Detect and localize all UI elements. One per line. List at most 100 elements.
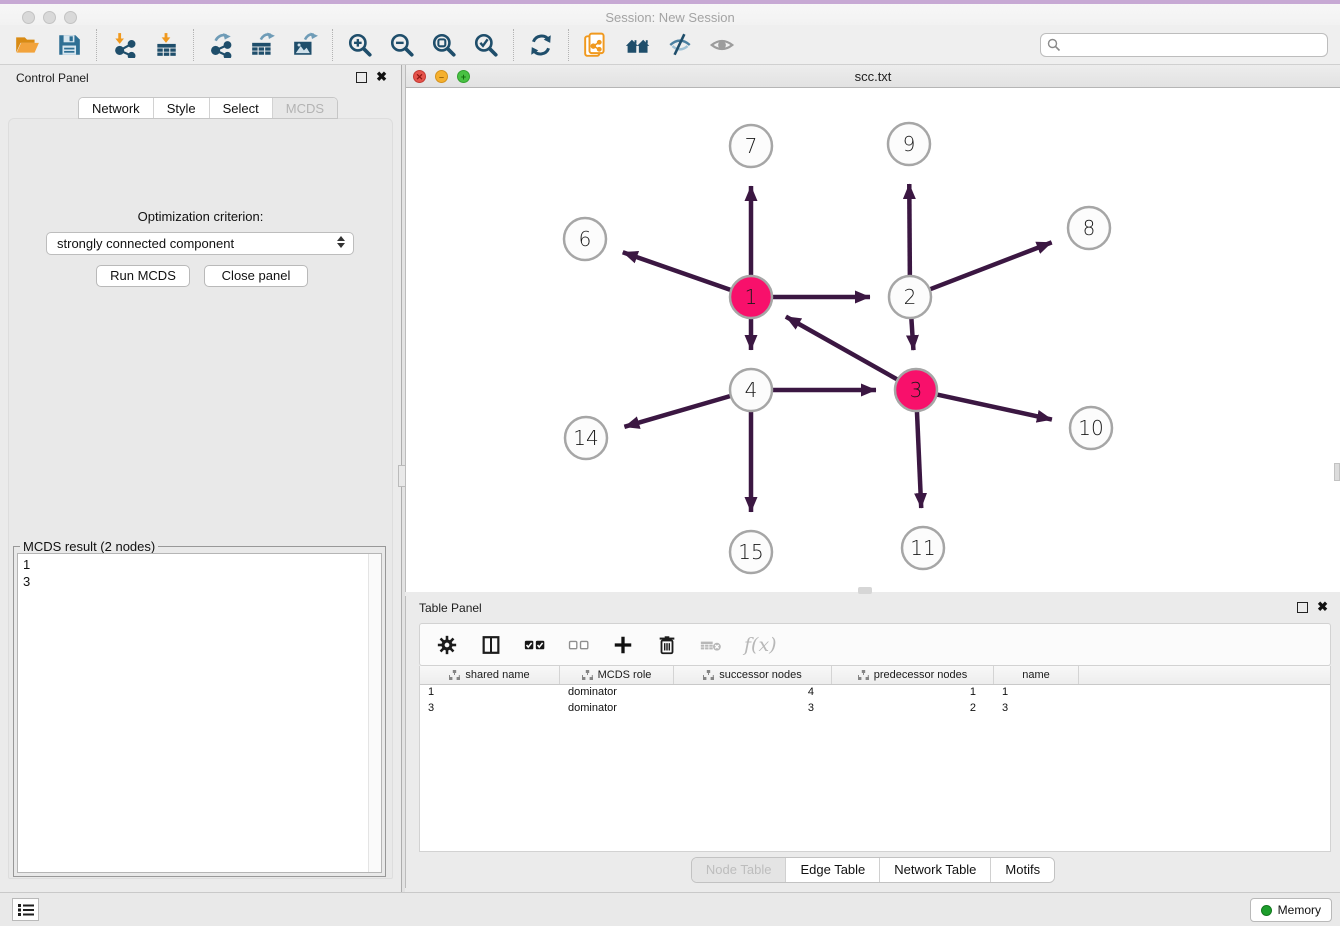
graph-node-2[interactable]: 2 — [889, 276, 931, 318]
refresh-layout-icon[interactable] — [528, 32, 554, 58]
graph-node-1[interactable]: 1 — [730, 276, 772, 318]
tab-select[interactable]: Select — [210, 98, 273, 118]
criterion-select[interactable]: strongly connected component — [46, 232, 354, 255]
tab-network[interactable]: Network — [79, 98, 154, 118]
show-column-panel-icon[interactable] — [480, 634, 502, 656]
table-cell[interactable]: 3 — [994, 701, 1079, 717]
show-all-icon[interactable] — [709, 32, 735, 58]
edge-3-1[interactable] — [786, 317, 898, 380]
table-cell[interactable]: 1 — [420, 685, 560, 701]
list-icon — [18, 903, 34, 917]
function-builder-icon-disabled: f(x) — [744, 634, 777, 656]
home-view-icon[interactable] — [625, 32, 651, 58]
mcds-result-title: MCDS result (2 nodes) — [20, 539, 158, 554]
edge-3-11[interactable] — [917, 411, 921, 508]
node-table: shared nameMCDS rolesuccessor nodesprede… — [419, 666, 1331, 852]
table-cell[interactable]: 1 — [994, 685, 1079, 701]
node-label: 11 — [910, 536, 935, 560]
graph-node-3[interactable]: 3 — [895, 369, 937, 411]
table-cell[interactable]: dominator — [560, 685, 674, 701]
column-header-MCDS-role[interactable]: MCDS role — [560, 666, 674, 684]
edge-3-10[interactable] — [937, 394, 1052, 419]
table-tabs-container: Node TableEdge TableNetwork TableMotifs — [406, 857, 1340, 883]
save-session-icon[interactable] — [56, 32, 82, 58]
settings-gear-icon[interactable] — [436, 634, 458, 656]
close-panel-button[interactable]: Close panel — [204, 265, 308, 287]
edge-4-14[interactable] — [624, 396, 730, 427]
close-panel-icon[interactable]: ✖ — [376, 69, 387, 85]
column-header-successor-nodes[interactable]: successor nodes — [674, 666, 832, 684]
column-header-name[interactable]: name — [994, 666, 1079, 684]
graph-node-14[interactable]: 14 — [565, 417, 607, 459]
node-label: 9 — [903, 132, 916, 156]
task-history-button[interactable] — [12, 898, 39, 921]
table-close-icon[interactable]: ✖ — [1317, 599, 1328, 615]
table-cell[interactable]: dominator — [560, 701, 674, 717]
column-header-predecessor-nodes[interactable]: predecessor nodes — [832, 666, 994, 684]
table-row[interactable]: 1dominator411 — [420, 685, 1330, 701]
memory-status-icon — [1261, 905, 1272, 916]
edge-2-9[interactable] — [909, 184, 910, 276]
table-cell[interactable]: 3 — [674, 701, 832, 717]
open-session-icon[interactable] — [14, 32, 40, 58]
node-label: 15 — [738, 540, 763, 564]
delete-column-icon[interactable] — [656, 634, 678, 656]
export-table-icon[interactable] — [250, 32, 276, 58]
tab-style[interactable]: Style — [154, 98, 210, 118]
network-right-splitter-handle[interactable] — [1334, 463, 1340, 481]
search-input[interactable] — [1040, 33, 1328, 57]
import-table-icon[interactable] — [153, 32, 179, 58]
graph-node-6[interactable]: 6 — [564, 218, 606, 260]
column-header-shared-name[interactable]: shared name — [420, 666, 560, 684]
add-column-icon[interactable] — [612, 634, 634, 656]
network-bottom-splitter-handle[interactable] — [858, 587, 872, 594]
tab-mcds[interactable]: MCDS — [273, 98, 337, 118]
edge-2-8[interactable] — [930, 242, 1052, 289]
memory-button[interactable]: Memory — [1250, 898, 1332, 922]
tab-motifs[interactable]: Motifs — [991, 858, 1054, 882]
edge-2-3[interactable] — [911, 318, 913, 350]
graph-node-10[interactable]: 10 — [1070, 407, 1112, 449]
table-cell[interactable]: 1 — [832, 685, 994, 701]
mcds-result-textarea[interactable]: 1 3 — [17, 553, 382, 873]
graph-node-7[interactable]: 7 — [730, 125, 772, 167]
tab-edge-table[interactable]: Edge Table — [786, 858, 880, 882]
table-header-row: shared nameMCDS rolesuccessor nodesprede… — [420, 666, 1330, 685]
mcds-result-values: 1 3 — [23, 556, 30, 590]
graph-node-8[interactable]: 8 — [1068, 207, 1110, 249]
result-scrollbar[interactable] — [368, 554, 381, 872]
table-row[interactable]: 3dominator323 — [420, 701, 1330, 717]
table-body: 1dominator4113dominator323 — [420, 685, 1330, 717]
table-cell[interactable]: 3 — [420, 701, 560, 717]
select-stepper-icon — [337, 236, 345, 248]
zoom-in-icon[interactable] — [347, 32, 373, 58]
hide-selected-icon[interactable] — [667, 32, 693, 58]
new-network-from-selection-icon[interactable] — [583, 32, 609, 58]
export-network-icon[interactable] — [208, 32, 234, 58]
network-title: scc.txt — [406, 69, 1340, 84]
graph-node-15[interactable]: 15 — [730, 531, 772, 573]
table-float-icon[interactable] — [1297, 602, 1308, 613]
run-mcds-button[interactable]: Run MCDS — [96, 265, 190, 287]
table-cell[interactable]: 4 — [674, 685, 832, 701]
float-panel-icon[interactable] — [356, 72, 367, 83]
table-toolbar: f(x) — [419, 623, 1331, 666]
export-image-icon[interactable] — [292, 32, 318, 58]
zoom-selected-icon[interactable] — [473, 32, 499, 58]
optimization-criterion-label: Optimization criterion: — [9, 209, 392, 224]
node-label: 10 — [1078, 416, 1103, 440]
tab-node-table[interactable]: Node Table — [692, 858, 787, 882]
zoom-out-icon[interactable] — [389, 32, 415, 58]
graph-node-4[interactable]: 4 — [730, 369, 772, 411]
edge-1-6[interactable] — [623, 252, 731, 290]
graph-node-11[interactable]: 11 — [902, 527, 944, 569]
zoom-fit-icon[interactable] — [431, 32, 457, 58]
control-panel: Control Panel ✖ NetworkStyleSelectMCDS O… — [0, 65, 401, 892]
select-all-checkboxes-icon[interactable] — [524, 634, 546, 656]
graph-node-9[interactable]: 9 — [888, 123, 930, 165]
network-canvas[interactable]: 7 9 6 8 1 2 4 3 14 10 15 11 — [406, 88, 1340, 592]
deselect-all-checkboxes-icon[interactable] — [568, 634, 590, 656]
tab-network-table[interactable]: Network Table — [880, 858, 991, 882]
import-network-icon[interactable] — [111, 32, 137, 58]
table-cell[interactable]: 2 — [832, 701, 994, 717]
